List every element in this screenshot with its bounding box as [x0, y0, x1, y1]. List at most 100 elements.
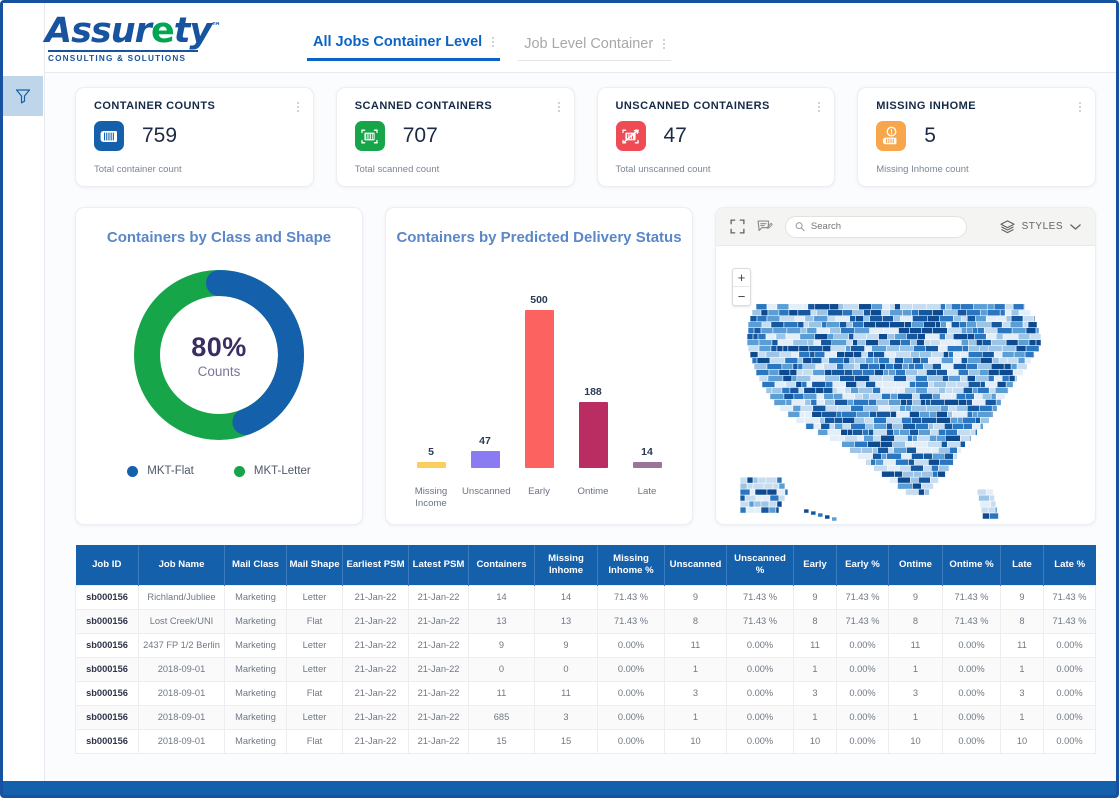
table-column-header[interactable]: Early — [793, 545, 837, 585]
table-cell: 2437 FP 1/2 Berlin — [138, 632, 225, 658]
table-column-header[interactable]: Late % — [1043, 545, 1096, 585]
map-county-region — [976, 327, 985, 334]
table-column-header[interactable]: Ontime — [888, 545, 943, 585]
bar-column[interactable]: 5 — [408, 294, 454, 468]
map-county-region — [957, 447, 962, 454]
brand-wordmark: Assurety™ — [45, 10, 245, 51]
table-column-header[interactable]: Job ID — [75, 545, 139, 585]
table-row[interactable]: sb000156 2437 FP 1/2 Berlin Marketing Lette… — [75, 632, 1096, 658]
table-column-header[interactable]: Job Name — [138, 545, 225, 585]
map-zoom-out-button[interactable]: − — [733, 287, 750, 305]
table-column-header[interactable]: Mail Shape — [286, 545, 343, 585]
legend-item-mkt-letter[interactable]: MKT-Letter — [233, 465, 311, 477]
map-county-region — [1001, 345, 1017, 352]
map-zoom-controls[interactable]: + − — [732, 268, 751, 306]
table-row[interactable]: sb000156 2018-09-01 Marketing Letter 21-Jan-… — [75, 656, 1096, 682]
map-county-region — [944, 423, 953, 430]
map-county-region — [970, 435, 972, 442]
kpi-overflow-menu-icon[interactable] — [818, 102, 821, 112]
filter-panel-toggle[interactable] — [3, 76, 43, 116]
table-row[interactable]: sb000156 Richland/Jubliee Marketing Letter 2… — [75, 584, 1096, 610]
map-county-region — [967, 411, 973, 418]
map-county-region — [842, 417, 855, 424]
map-county-region — [826, 321, 840, 328]
table-row[interactable]: sb000156 Lost Creek/UNI Marketing Flat 21-Ja… — [75, 608, 1096, 634]
table-cell: 13 — [534, 608, 598, 634]
bar-rect[interactable] — [416, 462, 446, 468]
map-county-region — [776, 500, 783, 508]
map-county-region — [852, 309, 864, 316]
map-county-region — [894, 470, 903, 478]
donut-chart[interactable]: 80% Counts — [129, 265, 309, 445]
map-county-region — [904, 387, 916, 394]
map-styles-button[interactable]: STYLES — [1000, 219, 1081, 234]
table-column-header[interactable]: Ontime % — [942, 545, 1001, 585]
table-row[interactable]: sb000156 2018-09-01 Marketing Letter 21-Jan-… — [75, 704, 1096, 730]
map-county-region — [872, 453, 882, 460]
map-county-region — [799, 333, 816, 340]
tab-job-level-container[interactable]: Job Level Container — [518, 36, 672, 61]
bar-column[interactable]: 47 — [462, 294, 508, 468]
bar-column[interactable]: 500 — [516, 294, 562, 468]
map-county-region — [805, 423, 815, 430]
table-column-header[interactable]: Unscanned % — [726, 545, 794, 585]
table-column-header[interactable]: Unscanned — [664, 545, 727, 585]
tab-overflow-menu-icon[interactable] — [492, 37, 495, 47]
map-county-region — [850, 345, 865, 352]
legend-item-mkt-flat[interactable]: MKT-Flat — [127, 465, 194, 477]
map-county-region — [983, 327, 998, 334]
map-county-region — [918, 488, 925, 496]
map-county-region — [880, 435, 895, 442]
map-county-region — [940, 405, 949, 412]
map-county-region — [1018, 309, 1031, 316]
map-county-region — [845, 345, 851, 352]
bar-column[interactable]: 14 — [624, 294, 670, 468]
tab-all-jobs-container-level[interactable]: All Jobs Container Level — [307, 34, 501, 61]
map-county-region — [775, 506, 780, 514]
table-column-header[interactable]: Missing Inhome — [534, 545, 598, 585]
table-column-header[interactable]: Containers — [468, 545, 535, 585]
kpi-card-missing-inhome[interactable]: MISSING INHOME 5 Missing Inhome count — [857, 87, 1096, 187]
kpi-overflow-menu-icon[interactable] — [296, 102, 299, 112]
bar-rect[interactable] — [632, 462, 662, 468]
map-county-region — [916, 447, 932, 454]
table-column-header[interactable]: Early % — [836, 545, 889, 585]
map-county-region — [979, 423, 984, 430]
map-zoom-in-button[interactable]: + — [733, 269, 750, 287]
bar-rect[interactable] — [470, 451, 500, 468]
map-county-region — [982, 512, 990, 520]
tab-overflow-menu-icon[interactable] — [663, 39, 666, 49]
map-search-box[interactable] — [785, 215, 967, 238]
map-county-region — [768, 500, 778, 508]
map-county-region — [926, 303, 941, 311]
table-column-header[interactable]: Late — [1000, 545, 1044, 585]
table-row[interactable]: sb000156 2018-09-01 Marketing Flat 21-Jan-22… — [75, 680, 1096, 706]
map-county-region — [882, 381, 896, 388]
table-column-header[interactable]: Mail Class — [224, 545, 287, 585]
table-row[interactable]: sb000156 2018-09-01 Marketing Flat 21-Jan-22… — [75, 728, 1096, 754]
table-column-header[interactable]: Earliest PSM — [342, 545, 409, 585]
table-cell: Marketing — [224, 704, 287, 730]
donut-center-caption: Counts — [197, 363, 241, 379]
map-search-input[interactable] — [810, 221, 957, 232]
kpi-overflow-menu-icon[interactable] — [1079, 102, 1081, 112]
annotate-icon[interactable] — [757, 219, 773, 234]
kpi-overflow-menu-icon[interactable] — [557, 102, 560, 112]
map-county-region — [900, 303, 913, 311]
map-canvas[interactable]: + − — [716, 246, 1095, 524]
table-cell: 11 — [793, 632, 837, 658]
bar-rect[interactable] — [578, 401, 608, 468]
map-county-region — [932, 309, 944, 316]
map-county-region — [814, 303, 831, 311]
table-column-header[interactable]: Latest PSM — [408, 545, 469, 585]
table-column-header[interactable]: Missing Inhome % — [597, 545, 665, 585]
fullscreen-icon[interactable] — [730, 219, 745, 234]
map-county-region — [854, 363, 860, 370]
kpi-card-unscanned-containers[interactable]: UNSCANNED CONTAINERS 47 Total unscanned … — [596, 87, 836, 187]
kpi-card-scanned-containers[interactable]: SCANNED CONTAINERS 707 Total scanned cou… — [335, 87, 575, 187]
kpi-card-container-counts[interactable]: CONTAINER COUNTS 759 Total container cou… — [75, 87, 314, 187]
table-cell: 71.43 % — [942, 608, 1001, 634]
bar-column[interactable]: 188 — [570, 294, 616, 468]
brand-wordmark-e: e — [150, 10, 175, 51]
bar-rect[interactable] — [524, 310, 554, 468]
